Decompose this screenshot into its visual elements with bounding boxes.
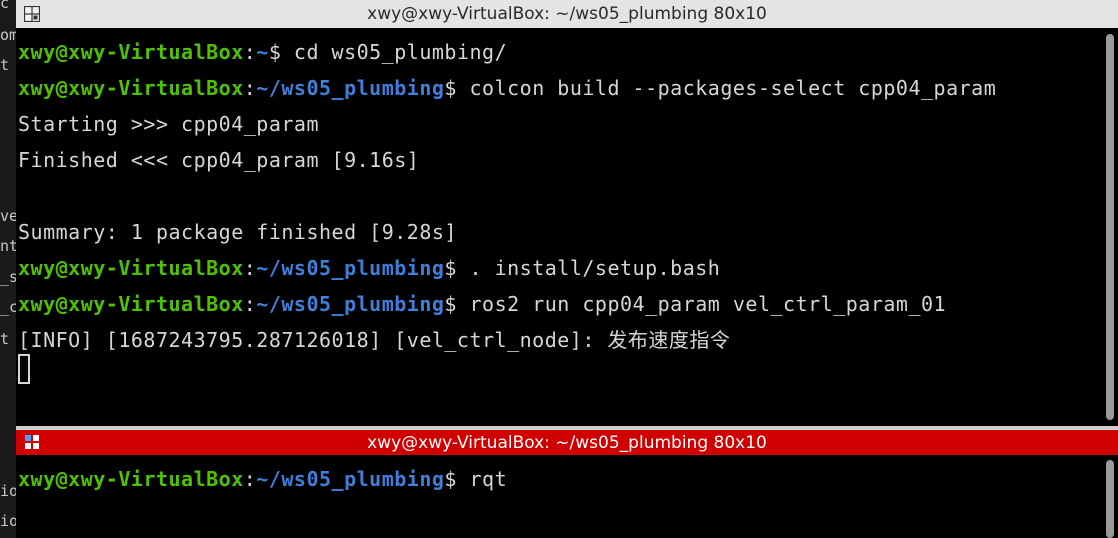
bottom-terminal-output[interactable]: xwy@xwy-VirtualBox:~/ws05_plumbing$ rqt: [16, 455, 1118, 538]
terminal-line: Summary: 1 package finished [9.28s]: [18, 220, 457, 244]
top-terminal-title: xwy@xwy-VirtualBox: ~/ws05_plumbing 80x1…: [367, 4, 767, 24]
left-fragment: _s: [0, 268, 16, 286]
bottom-terminal-titlebar[interactable]: xwy@xwy-VirtualBox: ~/ws05_plumbing 80x1…: [16, 430, 1118, 455]
terminal-line: xwy@xwy-VirtualBox:~/ws05_plumbing$ colc…: [18, 76, 997, 100]
terminal-line: [INFO] [1687243795.287126018] [vel_ctrl_…: [18, 328, 731, 352]
terminal-split-icon[interactable]: [24, 6, 40, 22]
terminal-line: Starting >>> cpp04_param: [18, 112, 319, 136]
top-terminal-window[interactable]: xwy@xwy-VirtualBox: ~/ws05_plumbing 80x1…: [16, 0, 1118, 426]
terminal-line: Finished <<< cpp04_param [9.16s]: [18, 148, 420, 172]
left-fragment: t: [0, 56, 10, 74]
background-window-edge: c om t ve nt _s _c t ior ior: [0, 0, 16, 538]
bottom-terminal-window[interactable]: xwy@xwy-VirtualBox: ~/ws05_plumbing 80x1…: [16, 430, 1118, 538]
scrollbar-thumb[interactable]: [1106, 460, 1114, 538]
left-fragment: ve: [0, 207, 16, 225]
left-fragment: _c: [0, 298, 16, 316]
terminal-line: xwy@xwy-VirtualBox:~$ cd ws05_plumbing/: [18, 40, 508, 64]
left-fragment: ior: [0, 482, 16, 500]
left-fragment: nt: [0, 237, 16, 255]
top-terminal-output[interactable]: xwy@xwy-VirtualBox:~$ cd ws05_plumbing/ …: [16, 28, 1118, 426]
left-fragment: om: [0, 26, 16, 44]
text-cursor: [18, 354, 30, 384]
top-terminal-scrollbar[interactable]: [1106, 34, 1114, 420]
bottom-terminal-title: xwy@xwy-VirtualBox: ~/ws05_plumbing 80x1…: [367, 432, 767, 453]
left-fragment: ior: [0, 512, 16, 530]
left-fragment: t: [0, 330, 10, 348]
terminal-line: xwy@xwy-VirtualBox:~/ws05_plumbing$ ros2…: [18, 292, 947, 316]
left-fragment: c: [0, 0, 10, 12]
terminal-line: xwy@xwy-VirtualBox:~/ws05_plumbing$ rqt: [18, 467, 508, 491]
bottom-terminal-scrollbar[interactable]: [1106, 460, 1114, 538]
terminal-line: xwy@xwy-VirtualBox:~/ws05_plumbing$ . in…: [18, 256, 721, 280]
scrollbar-thumb[interactable]: [1106, 34, 1114, 420]
top-terminal-titlebar[interactable]: xwy@xwy-VirtualBox: ~/ws05_plumbing 80x1…: [16, 0, 1118, 28]
terminal-split-icon[interactable]: [24, 434, 40, 450]
